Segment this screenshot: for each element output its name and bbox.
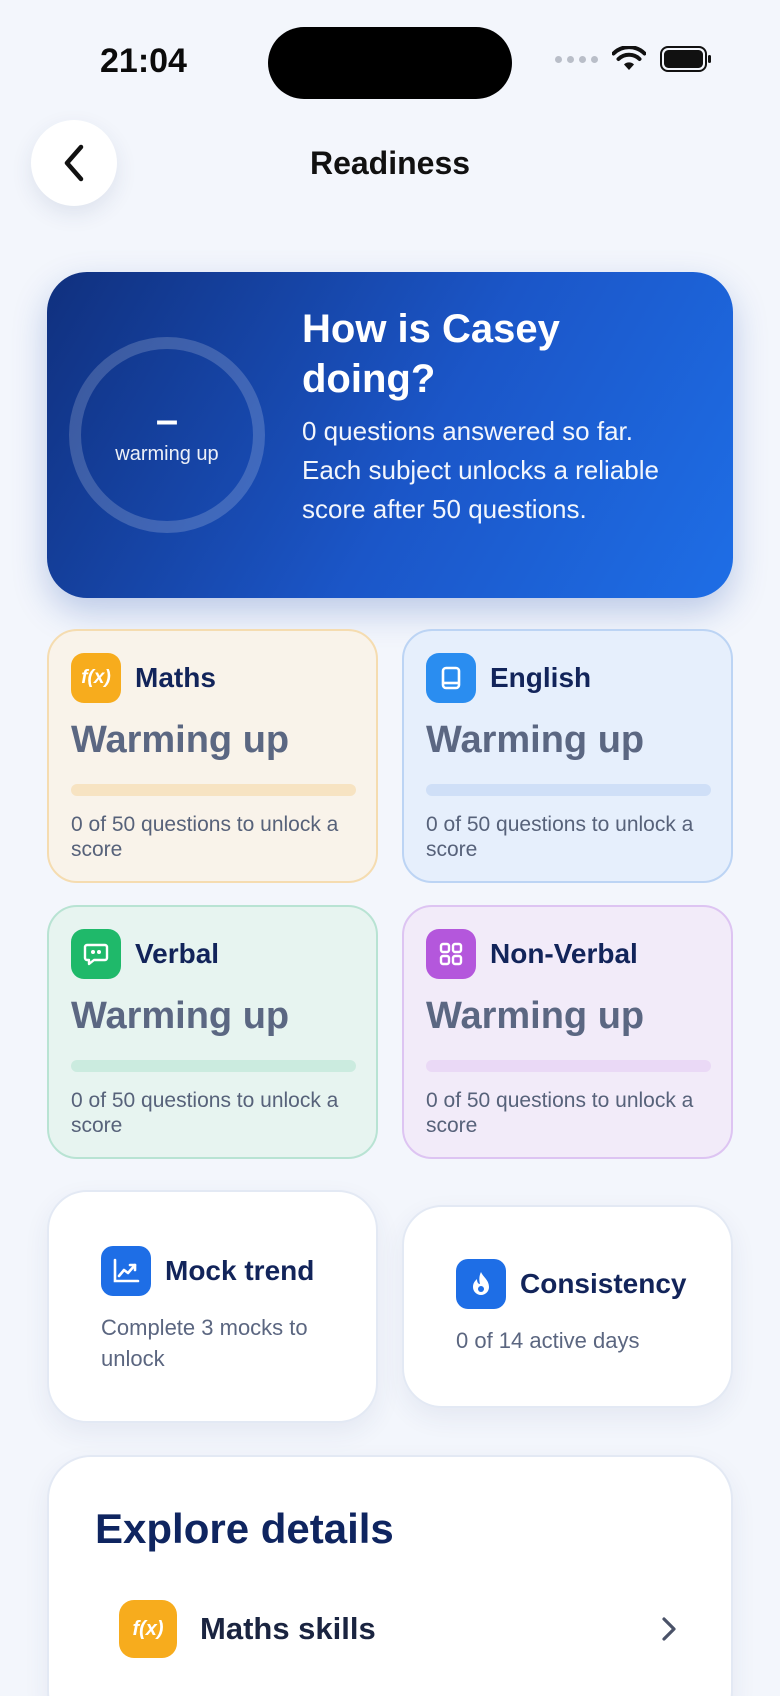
subject-note: 0 of 50 questions to unlock a score — [71, 813, 339, 861]
ring-value: – — [155, 397, 179, 442]
subject-status: Warming up — [71, 719, 290, 761]
function-icon: f(x) — [119, 1600, 177, 1658]
subject-card-verbal[interactable]: Verbal Warming up 0 of 50 questions to u… — [47, 905, 378, 1159]
subject-name: English — [490, 662, 592, 693]
ring-label: warming up — [115, 442, 219, 465]
chevron-right-icon — [662, 1617, 676, 1641]
mock-trend-card[interactable]: Mock trend Complete 3 mocks to unlock — [47, 1190, 378, 1423]
subject-status: Warming up — [426, 995, 645, 1037]
subject-name: Non-Verbal — [490, 938, 638, 969]
status-time: 21:04 — [100, 42, 187, 80]
subject-status: Warming up — [426, 719, 645, 761]
flame-icon — [456, 1259, 506, 1309]
subject-name: Verbal — [135, 938, 220, 969]
subject-note: 0 of 50 questions to unlock a score — [426, 813, 694, 861]
subject-card-non-verbal[interactable]: Non-Verbal Warming up 0 of 50 questions … — [402, 905, 733, 1159]
progress-bar — [426, 784, 711, 796]
function-icon: f(x) — [71, 653, 121, 703]
progress-bar — [71, 1060, 356, 1072]
grid-icon — [426, 929, 476, 979]
explore-title: Explore details — [95, 1505, 394, 1552]
progress-bar — [71, 784, 356, 796]
speech-bubble-icon — [71, 929, 121, 979]
consistency-text: 0 of 14 active days — [456, 1328, 640, 1353]
page-title: Readiness — [309, 145, 471, 181]
consistency-card[interactable]: Consistency 0 of 14 active days — [402, 1205, 733, 1408]
battery-icon — [660, 46, 711, 72]
progress-bar — [426, 1060, 711, 1072]
readiness-hero-card: – warming up How is Casey doing? 0 quest… — [47, 272, 733, 598]
subject-card-english[interactable]: English Warming up 0 of 50 questions to … — [402, 629, 733, 883]
subject-status: Warming up — [71, 995, 290, 1037]
signal-icon — [555, 55, 598, 63]
hero-description: 0 questions answered so far. Each subjec… — [302, 416, 659, 524]
trend-chart-icon — [101, 1246, 151, 1296]
dynamic-island — [268, 27, 512, 99]
mock-trend-title: Mock trend — [165, 1255, 315, 1286]
status-icons — [555, 46, 712, 72]
consistency-title: Consistency — [520, 1268, 687, 1299]
subject-name: Maths — [135, 662, 216, 693]
mock-trend-text: Complete 3 mocks to unlock — [101, 1315, 308, 1371]
hero-title: How is Casey doing? — [302, 307, 560, 401]
book-icon — [426, 653, 476, 703]
subject-note: 0 of 50 questions to unlock a score — [71, 1089, 339, 1137]
subject-card-maths[interactable]: f(x) Maths Warming up 0 of 50 questions … — [47, 629, 378, 883]
explore-item-label: Maths skills — [200, 1611, 376, 1646]
readiness-ring: – warming up — [69, 337, 265, 533]
wifi-icon — [612, 46, 646, 70]
subject-note: 0 of 50 questions to unlock a score — [426, 1089, 694, 1137]
explore-item-maths-skills[interactable]: f(x) Maths skills — [119, 1600, 679, 1658]
explore-details-card: Explore details f(x) Maths skills — [47, 1455, 733, 1696]
